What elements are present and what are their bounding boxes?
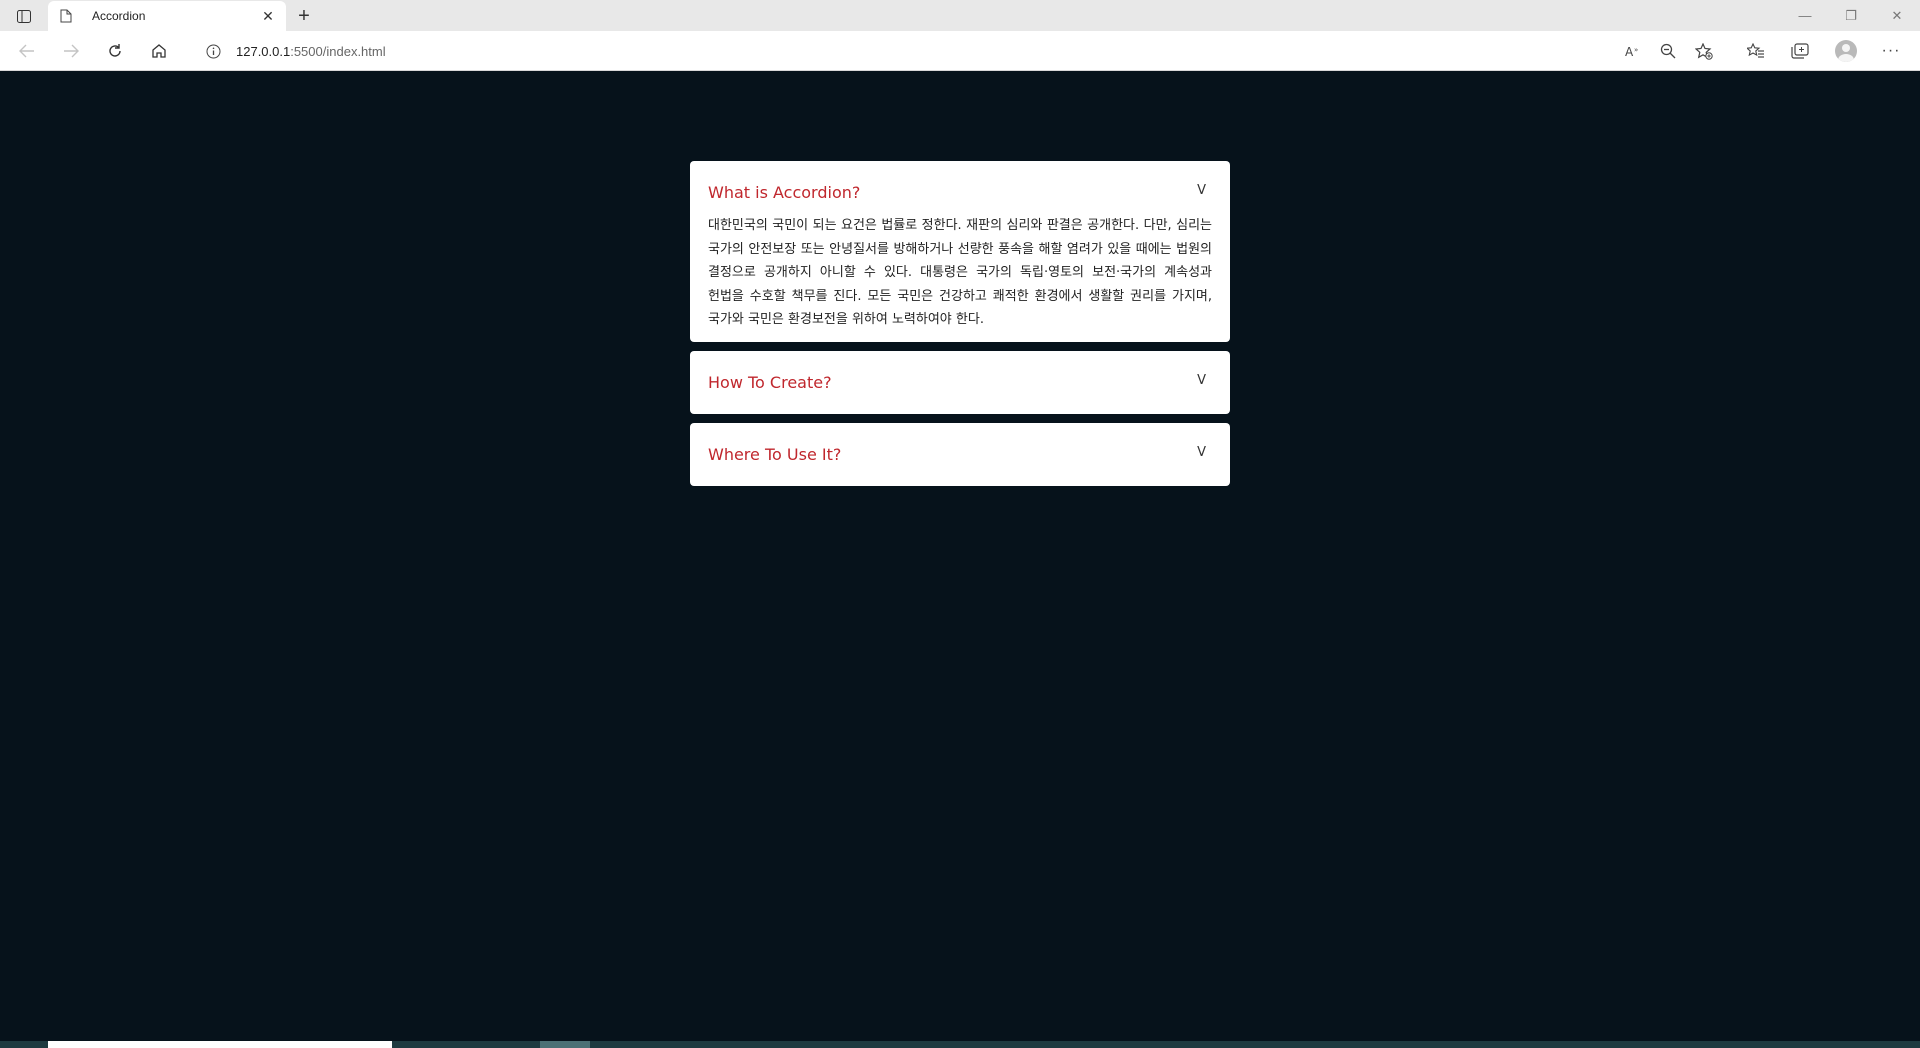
- taskbar-app[interactable]: [48, 1041, 392, 1048]
- close-icon[interactable]: ✕: [260, 8, 276, 24]
- tab-actions-icon[interactable]: [12, 6, 36, 26]
- document-icon: [58, 8, 74, 24]
- browser-tab[interactable]: Accordion ✕: [48, 1, 286, 31]
- avatar: [1835, 40, 1857, 62]
- minimize-icon[interactable]: —: [1782, 0, 1828, 31]
- page-viewport: What is Accordion? V 대한민국의 국민이 되는 요건은 법률…: [0, 71, 1920, 1041]
- accordion-title: Where To Use It?: [708, 444, 842, 464]
- address-bar[interactable]: 127.0.0.1:5500/index.html: [188, 36, 1728, 66]
- zoom-out-icon[interactable]: [1653, 37, 1683, 65]
- accordion: What is Accordion? V 대한민국의 국민이 되는 요건은 법률…: [690, 161, 1230, 495]
- browser-toolbar: 127.0.0.1:5500/index.html A» ···: [0, 31, 1920, 71]
- back-icon[interactable]: [12, 37, 42, 65]
- tab-strip: Accordion ✕ + — ❐ ✕: [0, 0, 1920, 31]
- restore-icon[interactable]: ❐: [1828, 0, 1874, 31]
- chevron-down-icon[interactable]: V: [1197, 373, 1212, 388]
- tab-title: Accordion: [92, 9, 146, 23]
- accordion-header[interactable]: Where To Use It? V: [708, 423, 1212, 486]
- accordion-item-where-to-use: Where To Use It? V: [690, 422, 1230, 486]
- taskbar-app[interactable]: [540, 1041, 590, 1048]
- accordion-title: How To Create?: [708, 372, 832, 392]
- window-controls: — ❐ ✕: [1782, 0, 1920, 31]
- refresh-icon[interactable]: [100, 37, 130, 65]
- accordion-item-how-to-create: How To Create? V: [690, 350, 1230, 414]
- collections-icon[interactable]: [1785, 37, 1815, 65]
- url-host: 127.0.0.1: [236, 43, 291, 59]
- info-icon[interactable]: [204, 42, 222, 60]
- profile-icon[interactable]: [1831, 37, 1861, 65]
- url-path: :5500/index.html: [290, 43, 386, 59]
- add-favorite-icon[interactable]: [1689, 37, 1719, 65]
- window-close-icon[interactable]: ✕: [1874, 0, 1920, 31]
- favorites-icon[interactable]: [1741, 37, 1771, 65]
- accordion-title: What is Accordion?: [708, 183, 861, 202]
- read-aloud-icon[interactable]: A»: [1618, 37, 1648, 65]
- forward-icon[interactable]: [56, 37, 86, 65]
- accordion-header[interactable]: How To Create? V: [708, 351, 1212, 414]
- taskbar: [0, 1041, 1920, 1048]
- chevron-down-icon[interactable]: V: [1197, 445, 1212, 460]
- chevron-down-icon[interactable]: V: [1197, 183, 1212, 198]
- accordion-body: 대한민국의 국민이 되는 요건은 법률로 정한다. 재판의 심리와 판결은 공개…: [708, 218, 1212, 327]
- svg-text:A: A: [1625, 45, 1634, 58]
- home-icon[interactable]: [144, 37, 174, 65]
- svg-text:»: »: [1634, 46, 1638, 54]
- accordion-item-what-is-accordion: What is Accordion? V 대한민국의 국민이 되는 요건은 법률…: [690, 161, 1230, 342]
- plus-icon[interactable]: +: [292, 5, 316, 27]
- url-text[interactable]: 127.0.0.1:5500/index.html: [236, 44, 386, 59]
- more-icon[interactable]: ···: [1876, 37, 1906, 65]
